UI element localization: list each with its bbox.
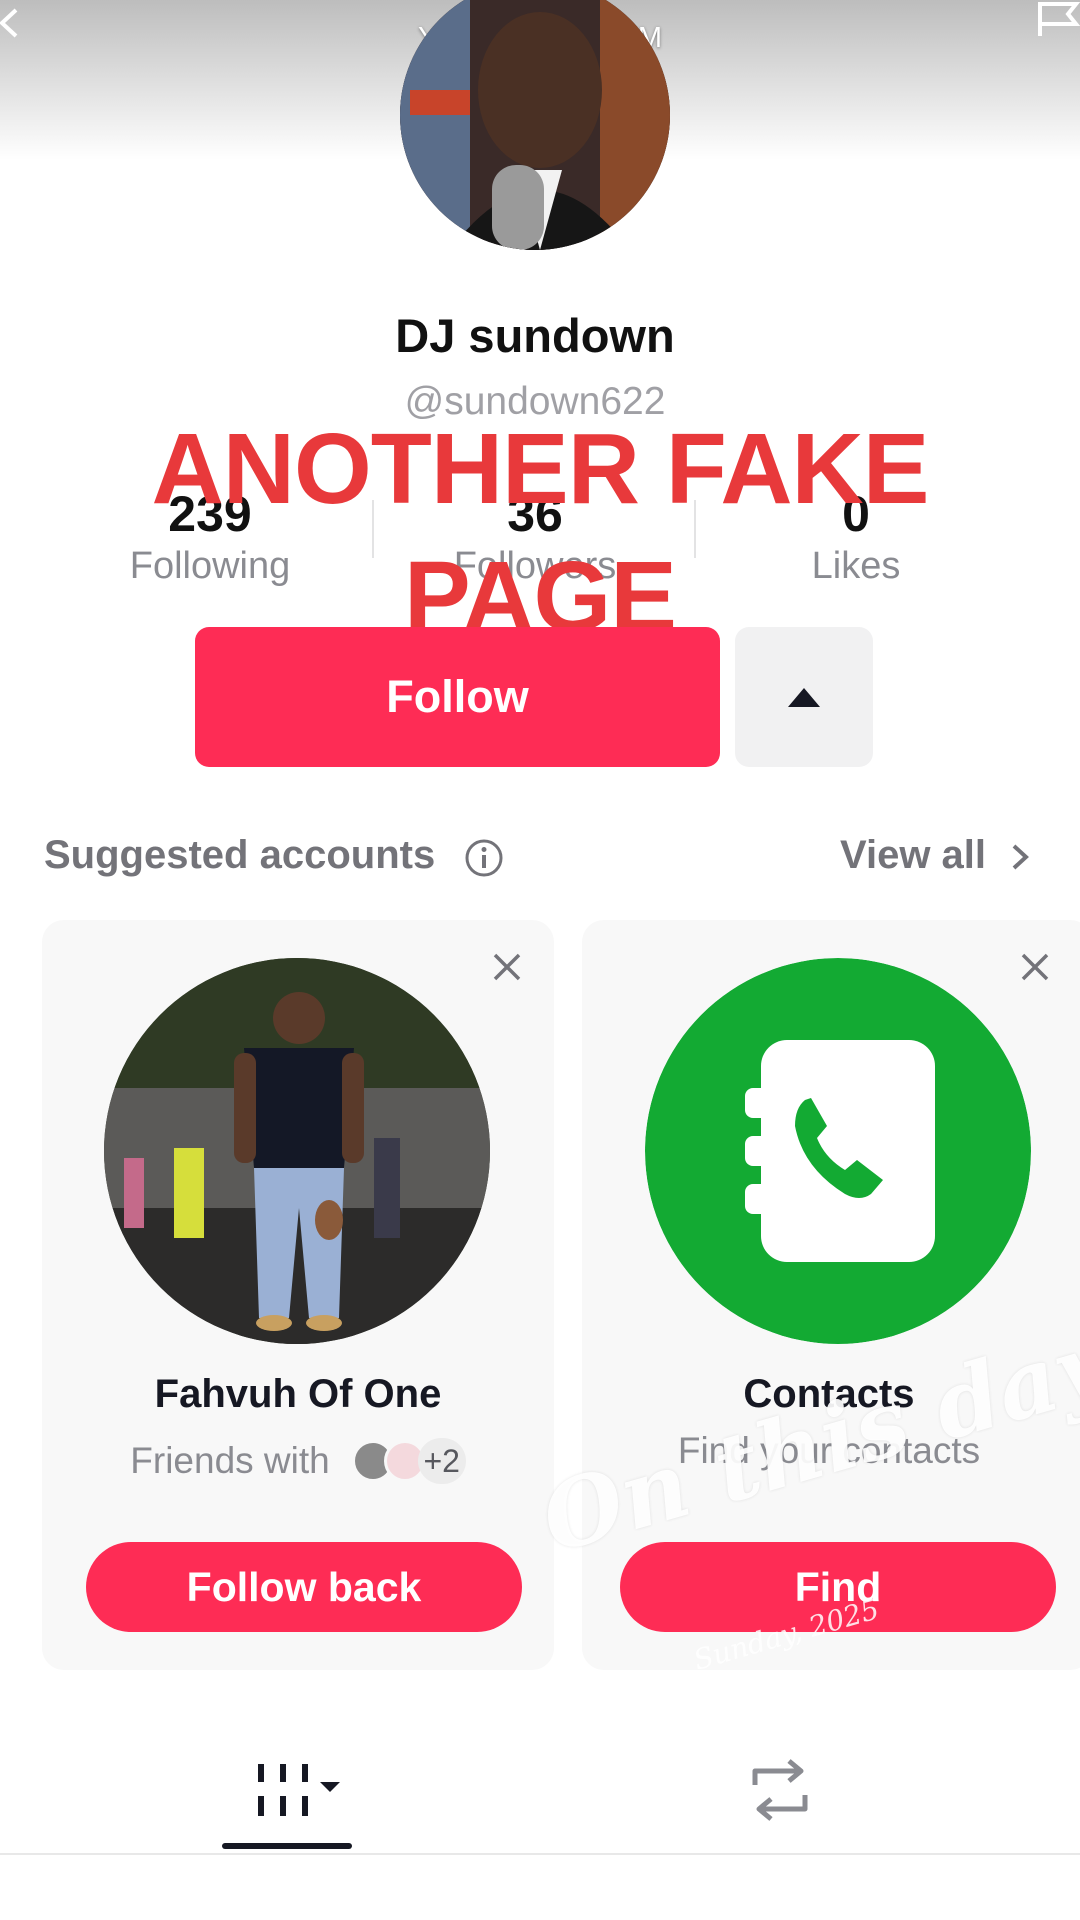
caret-up-icon bbox=[788, 688, 820, 707]
chevron-right-icon[interactable] bbox=[1008, 842, 1032, 872]
card-account-name[interactable]: Fahvuh Of One bbox=[42, 1372, 554, 1417]
close-icon[interactable] bbox=[490, 950, 524, 984]
card-avatar[interactable] bbox=[104, 958, 490, 1344]
close-icon[interactable] bbox=[1018, 950, 1052, 984]
mutual-friends-row: Friends with +2 bbox=[42, 1438, 554, 1484]
overlay-caption-line: ANOTHER FAKE bbox=[151, 413, 930, 525]
suggested-accounts-title: Suggested accounts bbox=[44, 833, 436, 877]
contacts-card[interactable]: Contacts Find your contacts Find bbox=[582, 920, 1080, 1670]
repost-icon[interactable] bbox=[745, 1755, 815, 1825]
suggestions-toggle-button[interactable] bbox=[735, 627, 873, 767]
view-all-link[interactable]: View all bbox=[840, 833, 986, 878]
profile-tabbar bbox=[0, 1730, 1080, 1855]
follow-button[interactable]: Follow bbox=[195, 627, 720, 767]
contacts-book-icon bbox=[645, 958, 1031, 1344]
overlay-caption: ANOTHER FAKE PAGE bbox=[100, 405, 980, 661]
follow-back-button[interactable]: Follow back bbox=[86, 1542, 522, 1632]
mutual-friends-more-count: +2 bbox=[417, 1438, 466, 1484]
profile-avatar[interactable] bbox=[400, 0, 670, 250]
card-subtitle: Friends with bbox=[130, 1440, 330, 1481]
suggested-card[interactable]: Fahvuh Of One Friends with +2 Follow bac… bbox=[42, 920, 554, 1670]
active-tab-indicator bbox=[222, 1843, 352, 1849]
info-icon[interactable] bbox=[464, 838, 504, 878]
videos-grid-icon[interactable] bbox=[250, 1760, 350, 1820]
profile-display-name: DJ sundown bbox=[395, 309, 675, 362]
